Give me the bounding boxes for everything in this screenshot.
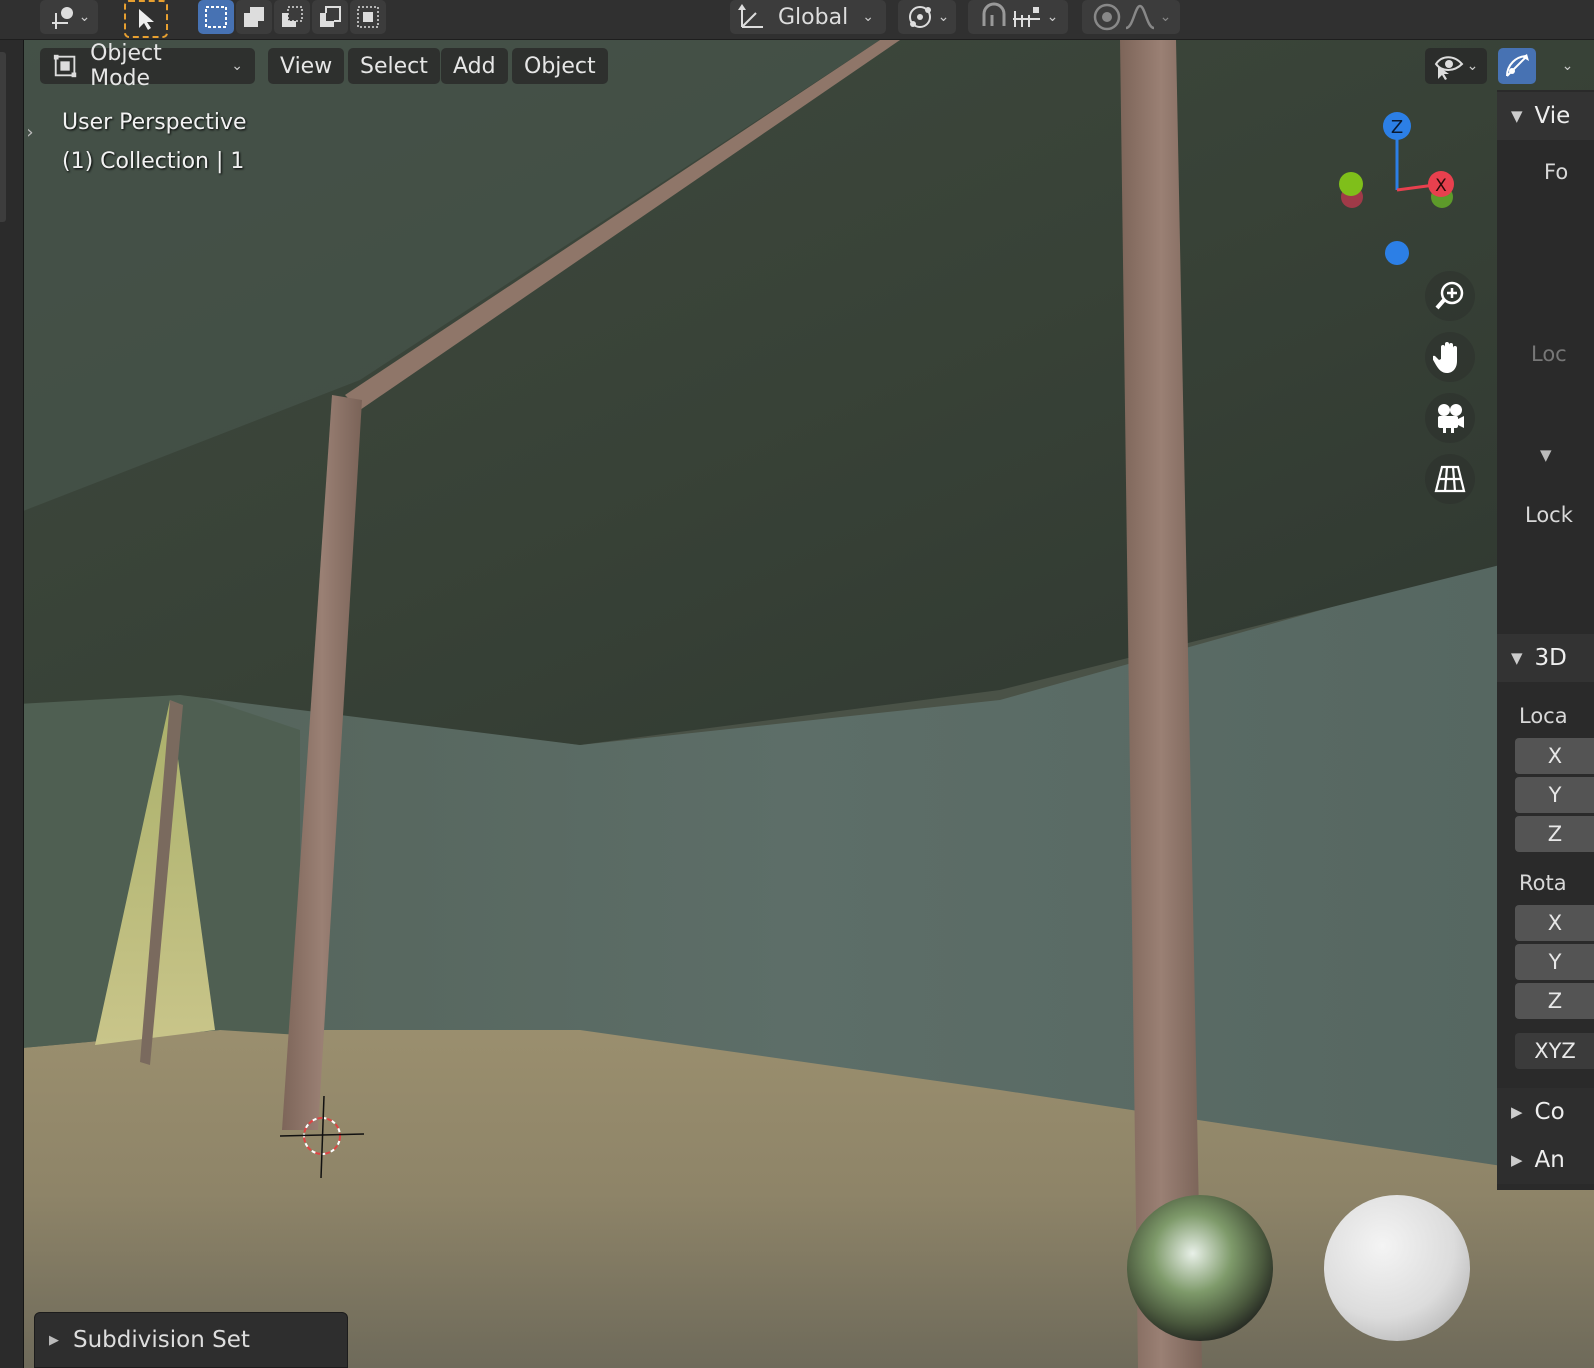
select-box-subtract-button[interactable] xyxy=(274,0,310,34)
lock-label: Lock xyxy=(1525,503,1573,527)
triangle-down-icon: ▼ xyxy=(1511,649,1523,667)
menu-object[interactable]: Object xyxy=(512,48,608,84)
orientation-label: Global xyxy=(778,4,849,30)
view-panel-header[interactable]: ▼ Vie xyxy=(1497,92,1594,140)
location-z-field[interactable]: Z xyxy=(1515,816,1594,852)
menu-add[interactable]: Add xyxy=(441,48,508,84)
axis-y-icon[interactable] xyxy=(1339,172,1363,196)
select-box-intersect-icon xyxy=(357,6,379,28)
chevron-down-icon: ⌄ xyxy=(231,58,243,74)
navigation-gizmo[interactable]: X Z xyxy=(1330,105,1470,270)
object-mode-icon xyxy=(53,54,77,78)
location-x-field[interactable]: X xyxy=(1515,738,1594,774)
select-box-new-button[interactable] xyxy=(198,0,234,34)
select-box-extend-button[interactable] xyxy=(236,0,272,34)
select-tool-button[interactable] xyxy=(124,0,168,38)
select-box-subtract-icon xyxy=(282,6,303,27)
chevron-down-icon: ⌄ xyxy=(1466,58,1479,74)
gizmo-icon xyxy=(1506,54,1529,77)
tool-cursor-icon xyxy=(51,7,73,29)
rotation-label: Rota xyxy=(1519,871,1567,895)
annotations-panel-header[interactable]: ▶ An xyxy=(1497,1136,1594,1184)
location-y-field[interactable]: Y xyxy=(1515,777,1594,813)
zoom-icon[interactable] xyxy=(1425,271,1475,321)
proportional-edit-icon xyxy=(1093,3,1120,31)
3d-cursor-panel-header[interactable]: ▼ 3D xyxy=(1497,634,1594,682)
chevron-down-icon: ⌄ xyxy=(937,9,950,25)
last-operator-panel[interactable]: ▶ Subdivision Set xyxy=(34,1312,348,1368)
orientation-icon xyxy=(738,4,763,28)
material-preview-sphere xyxy=(1324,1195,1470,1341)
chevron-down-icon: ⌄ xyxy=(1046,9,1059,25)
chevron-down-icon: ⌄ xyxy=(1159,9,1172,25)
blender-window: User Perspective (1) Collection | 1 X Z xyxy=(0,0,1594,1368)
chevron-down-icon: ⌄ xyxy=(1561,58,1574,74)
transform-orientation-dropdown[interactable]: Global ⌄ xyxy=(730,0,886,34)
selectability-visibility-icon xyxy=(1434,56,1463,80)
visibility-dropdown[interactable]: ⌄ xyxy=(1425,48,1487,84)
object-mode-dropdown[interactable]: Object Mode ⌄ xyxy=(40,41,255,91)
tool-settings-bar: ⌄ Global ⌄ ⌄ ⌄ ⌄ xyxy=(0,0,1594,40)
triangle-right-icon: ▶ xyxy=(49,1332,59,1348)
focal-length-label: Fo xyxy=(1544,160,1569,184)
operator-label: Subdivision Set xyxy=(73,1327,250,1353)
snap-increment-icon xyxy=(1012,7,1040,27)
collections-panel-header[interactable]: ▶ Co xyxy=(1497,1088,1594,1136)
toolbar-region[interactable] xyxy=(0,40,24,1368)
gizmo-options-dropdown[interactable]: ⌄ xyxy=(1538,48,1594,84)
chevron-down-icon: ⌄ xyxy=(862,9,874,25)
collection-label: (1) Collection | 1 xyxy=(62,149,245,174)
camera-view-icon[interactable] xyxy=(1425,393,1475,443)
chevron-right-icon[interactable]: › xyxy=(22,120,38,146)
select-box-extend-icon xyxy=(244,7,264,27)
menu-select[interactable]: Select xyxy=(348,48,440,84)
triangle-down-icon[interactable]: ▼ xyxy=(1540,446,1552,464)
perspective-grid-icon[interactable] xyxy=(1425,454,1475,504)
select-tool-icon xyxy=(139,9,154,30)
triangle-down-icon: ▼ xyxy=(1511,107,1523,125)
perspective-label: User Perspective xyxy=(62,110,247,135)
triangle-right-icon: ▶ xyxy=(1511,1103,1523,1121)
3d-viewport[interactable]: User Perspective (1) Collection | 1 X Z xyxy=(0,0,1594,1368)
select-box-intersect-button[interactable] xyxy=(350,0,386,34)
proportional-edit-toggle[interactable]: ⌄ xyxy=(1082,0,1180,34)
gizmo-toggle[interactable] xyxy=(1498,48,1536,84)
snap-toggle[interactable]: ⌄ xyxy=(968,0,1068,34)
select-box-invert-icon xyxy=(320,6,341,27)
svg-text:Z: Z xyxy=(1391,117,1403,138)
tool-icon-dropdown[interactable]: ⌄ xyxy=(40,0,98,34)
select-box-invert-button[interactable] xyxy=(312,0,348,34)
svg-text:X: X xyxy=(1435,176,1447,196)
snap-icon xyxy=(982,2,1006,26)
location-label: Loca xyxy=(1519,704,1568,728)
rotation-z-field[interactable]: Z xyxy=(1515,983,1594,1019)
object-mode-label: Object Mode xyxy=(90,41,162,91)
pivot-point-icon xyxy=(908,6,931,28)
triangle-right-icon: ▶ xyxy=(1511,1151,1523,1169)
pan-hand-icon[interactable] xyxy=(1425,332,1475,382)
rotation-y-field[interactable]: Y xyxy=(1515,944,1594,980)
pivot-point-dropdown[interactable]: ⌄ xyxy=(898,0,956,34)
menu-view[interactable]: View xyxy=(268,48,345,84)
select-box-new-icon xyxy=(205,6,227,28)
axis-neg-z-icon[interactable] xyxy=(1385,241,1409,265)
hdri-preview-sphere xyxy=(1127,1195,1273,1341)
chevron-down-icon: ⌄ xyxy=(78,9,91,25)
toolbar-tab[interactable] xyxy=(0,52,6,222)
lock-object-label: Loc xyxy=(1531,342,1567,366)
falloff-icon xyxy=(1125,4,1155,30)
rotation-mode-dropdown[interactable]: XYZ xyxy=(1515,1033,1594,1069)
rotation-x-field[interactable]: X xyxy=(1515,905,1594,941)
